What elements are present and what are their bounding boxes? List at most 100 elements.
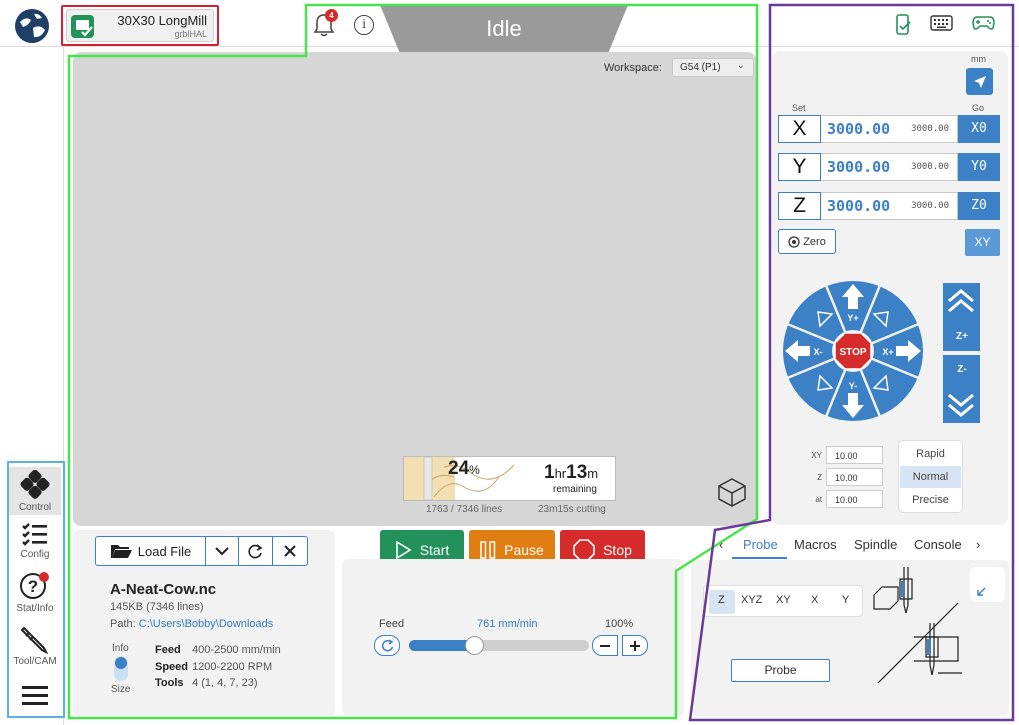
file-name: A-Neat-Cow.nc [110, 581, 217, 598]
set-z-button[interactable]: Z [778, 192, 821, 220]
sidebar-item-label: Tool/CAM [13, 656, 57, 667]
notification-badge: 4 [325, 9, 338, 22]
progress-percent: 24% [448, 458, 480, 480]
help-icon: ? [20, 572, 49, 599]
workspace-select[interactable]: G54 (P1) ⌄ [672, 58, 754, 77]
sidebar-item-menu[interactable] [9, 683, 61, 709]
remaining-hours-unit: hr [554, 466, 567, 481]
set-x-button[interactable]: X [778, 115, 821, 143]
machine-connection-widget[interactable]: 30X30 LongMill grblHAL [61, 5, 219, 46]
control-icon [20, 470, 50, 499]
jog-stop-button[interactable]: STOP [834, 332, 872, 370]
jog-z-minus-button[interactable]: Z- [943, 355, 980, 423]
step-feed-input[interactable]: 10.00 [826, 490, 883, 508]
probe-axis-xyz[interactable]: XYZ [741, 594, 762, 606]
load-file-button[interactable]: Load File [96, 537, 206, 565]
step-xy-input[interactable]: 10.00 [826, 446, 883, 464]
step-z-input[interactable]: 10.00 [826, 468, 883, 486]
tab-macros[interactable]: Macros [794, 537, 837, 552]
phone-icon[interactable] [895, 14, 911, 35]
file-feed-row: Feed 400-2500 mm/min [155, 644, 281, 656]
go-to-xy-zero-button[interactable]: XY [965, 229, 1000, 256]
set-y-button[interactable]: Y [778, 153, 821, 181]
jog-y-plus-label: Y+ [847, 313, 858, 323]
reload-file-button[interactable] [239, 537, 273, 565]
tab-console[interactable]: Console [914, 537, 962, 552]
target-icon [788, 235, 800, 248]
probe-diagram-image [873, 567, 962, 684]
jog-y-minus-label: Y- [849, 381, 858, 391]
info-size-toggle[interactable] [114, 656, 128, 681]
progress-percent-unit: % [469, 463, 480, 477]
probe-axis-z[interactable]: Z [718, 594, 725, 606]
cube-view-icon[interactable] [717, 477, 747, 507]
sidebar-item-label: Stat/Info [16, 603, 54, 614]
tabs-prev-icon[interactable]: ‹ [719, 537, 723, 552]
feed-reset-button[interactable] [374, 635, 400, 656]
sidebar-item-stat-info[interactable]: ? Stat/Info [9, 571, 61, 614]
probe-axis-selector: Z XYZ XY X Y [703, 585, 863, 617]
z-position-field[interactable]: 3000.00 3000.00 [821, 192, 958, 220]
feed-slider-handle[interactable] [465, 636, 484, 655]
zero-all-button[interactable]: Zero [778, 229, 836, 254]
svg-text:?: ? [28, 577, 38, 596]
job-progress-card: 24% 1hr13m remaining [403, 456, 616, 501]
firmware-label: grblHAL [174, 29, 207, 39]
sidebar-item-control[interactable]: Control [9, 467, 61, 515]
tab-probe[interactable]: Probe [743, 537, 778, 552]
unit-label: mm [971, 54, 986, 64]
app-root: 30X30 LongMill grblHAL 4 i Idle Control … [0, 0, 1019, 725]
sidebar-item-tool-cam[interactable]: Tool/CAM [9, 624, 61, 667]
tabs-next-icon[interactable]: › [976, 537, 980, 552]
machine-state-text: Idle [486, 16, 522, 41]
step-feed-label: at [815, 495, 822, 504]
sidebar-item-config[interactable]: Config [9, 521, 61, 560]
feed-slider-track[interactable] [409, 640, 589, 651]
go-to-button[interactable] [966, 68, 993, 95]
tab-spindle[interactable]: Spindle [854, 537, 897, 552]
config-icon [22, 523, 47, 546]
go-label: Go [972, 103, 985, 113]
speed-rapid-option[interactable]: Rapid [900, 443, 961, 465]
probe-button[interactable]: Probe [731, 659, 830, 682]
feed-decrease-button[interactable] [592, 635, 618, 656]
arrow-collapse-icon [977, 587, 986, 596]
send-icon [973, 75, 986, 88]
probe-axis-x[interactable]: X [811, 594, 818, 606]
connected-machine-icon [71, 15, 94, 38]
top-bar: 30X30 LongMill grblHAL 4 i Idle [0, 0, 1019, 56]
z-machine-position: 3000.00 [911, 201, 949, 211]
chevron-down-icon [215, 546, 229, 555]
zero-x-button[interactable]: X0 [958, 115, 1000, 143]
speed-normal-option[interactable]: Normal [900, 466, 961, 488]
gamepad-icon[interactable] [972, 14, 995, 32]
machine-selector[interactable]: 30X30 LongMill grblHAL [66, 9, 214, 42]
file-path-link[interactable]: C:\Users\Bobby\Downloads [139, 618, 274, 630]
info-icon[interactable]: i [354, 15, 374, 35]
zero-z-button[interactable]: Z0 [958, 192, 1000, 220]
size-toggle-label: Size [111, 684, 131, 695]
remaining-hours: 1 [544, 462, 555, 483]
speed-precise-option[interactable]: Precise [900, 489, 961, 511]
recent-files-button[interactable] [206, 537, 239, 565]
y-position-field[interactable]: 3000.00 3000.00 [821, 153, 958, 181]
machine-name: 30X30 LongMill [117, 13, 207, 28]
probe-axis-xy[interactable]: XY [776, 594, 791, 606]
x-machine-position: 3000.00 [911, 124, 949, 134]
sidebar-item-label: Config [20, 549, 50, 560]
z-jog-column: Z+ Z- [943, 283, 980, 423]
progress-cutting-time: 23m15s cutting [538, 504, 606, 515]
play-icon [395, 540, 412, 559]
probe-axis-y[interactable]: Y [842, 594, 849, 606]
keyboard-icon[interactable] [930, 14, 953, 32]
zero-y-button[interactable]: Y0 [958, 153, 1000, 181]
close-file-button[interactable] [273, 537, 307, 565]
probe-expand-panel[interactable] [970, 567, 1005, 602]
x-position-field[interactable]: 3000.00 3000.00 [821, 115, 958, 143]
reset-icon [381, 639, 393, 652]
chevron-down-icon: ⌄ [736, 60, 745, 71]
jog-z-plus-button[interactable]: Z+ [943, 283, 980, 351]
pause-label: Pause [504, 541, 544, 558]
gcode-visualizer[interactable] [73, 52, 756, 526]
feed-increase-button[interactable] [622, 635, 648, 656]
